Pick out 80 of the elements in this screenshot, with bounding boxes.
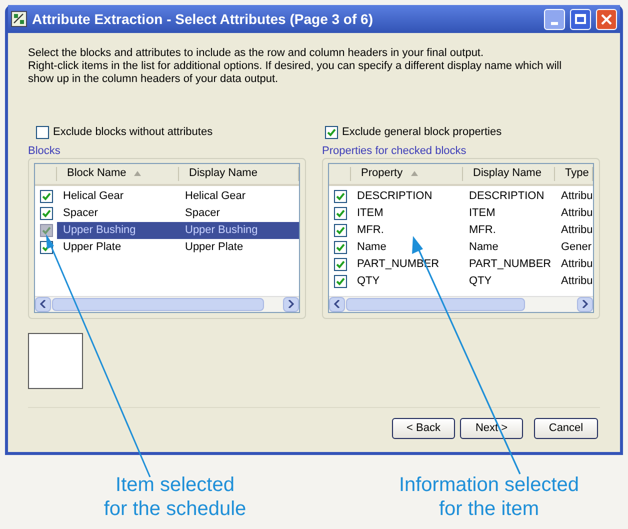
app-icon bbox=[11, 11, 27, 27]
column-header[interactable]: Type bbox=[555, 166, 593, 180]
checkbox-label: Exclude blocks without attributes bbox=[53, 125, 213, 140]
list-cell-text: ITEM bbox=[468, 206, 496, 221]
list-row[interactable]: DESCRIPTION DESCRIPTION Attribu bbox=[351, 188, 593, 204]
list-row[interactable]: Spacer Spacer bbox=[57, 204, 299, 222]
checkbox[interactable] bbox=[36, 126, 49, 139]
list-cell-text: Name bbox=[356, 240, 388, 255]
maximize-button[interactable] bbox=[570, 8, 591, 30]
checkbox[interactable] bbox=[334, 206, 346, 220]
checkbox[interactable] bbox=[334, 258, 346, 270]
list-cell-text: ITEM bbox=[356, 206, 384, 221]
list-cell-text: Helical Gear bbox=[184, 188, 247, 204]
list-cell-text: MFR. bbox=[468, 222, 497, 238]
list-cell-text: Upper Bushing bbox=[184, 222, 259, 238]
list-cell-text: Gener bbox=[560, 240, 593, 255]
list-cell-text: MFR. bbox=[356, 222, 385, 238]
column-header[interactable]: Property bbox=[351, 166, 463, 180]
list-cell-text: Attribu bbox=[560, 274, 593, 289]
list-row[interactable]: Upper Bushing Upper Bushing bbox=[57, 222, 299, 238]
scroll-left-icon[interactable] bbox=[329, 296, 345, 312]
callout-text: Item selected for the schedule bbox=[102, 473, 248, 521]
chevron-right-icon bbox=[582, 300, 588, 308]
list-row[interactable]: MFR. MFR. Attribu bbox=[351, 222, 593, 238]
column-header[interactable]: Block Name bbox=[57, 166, 179, 180]
list-cell-text: Spacer bbox=[184, 206, 221, 221]
list-cell-text: Helical Gear bbox=[62, 188, 125, 204]
scroll-thumb[interactable] bbox=[346, 298, 526, 310]
checkbox[interactable] bbox=[40, 224, 52, 236]
instructions-text: Select the blocks and attributes to include as the row and column headers in your final output. Right-click items in the list for additional options. If desired, you can specify a different display name which will show up in the column headers of your data output. bbox=[28, 47, 563, 86]
list-row[interactable]: ITEM ITEM Attribu bbox=[351, 204, 593, 222]
checkbox[interactable] bbox=[334, 274, 346, 288]
horizontal-scrollbar[interactable] bbox=[35, 296, 299, 312]
list-row[interactable]: Upper Plate Upper Plate bbox=[57, 238, 299, 256]
chevron-right-icon bbox=[288, 300, 294, 308]
checkbox[interactable] bbox=[40, 206, 52, 220]
list-cell-text: Attribu bbox=[560, 206, 593, 221]
scroll-left-icon[interactable] bbox=[35, 296, 51, 312]
close-button[interactable] bbox=[596, 8, 617, 30]
list-cell-text: PART_NUMBER bbox=[468, 256, 552, 272]
scroll-thumb[interactable] bbox=[52, 298, 264, 310]
group-title: Blocks bbox=[28, 144, 60, 158]
preview-box bbox=[28, 332, 83, 388]
list-cell-text: Upper Plate bbox=[62, 240, 122, 255]
list-cell-text: Spacer bbox=[62, 206, 99, 221]
list-cell-text: Name bbox=[468, 240, 500, 255]
column-header[interactable]: Display Name bbox=[463, 166, 555, 180]
checkbox[interactable] bbox=[334, 240, 346, 254]
minimize-button[interactable] bbox=[544, 8, 565, 30]
column-header[interactable]: Display Name bbox=[179, 166, 299, 180]
window-title: Attribute Extraction - Select Attributes (Page 3 of 6) bbox=[32, 10, 374, 29]
list-cell-text: DESCRIPTION bbox=[468, 188, 546, 204]
list-row[interactable]: Name Name Gener bbox=[351, 238, 593, 256]
dialog-button[interactable]: < Back bbox=[392, 418, 455, 438]
checkbox-label: Exclude general block properties bbox=[342, 125, 502, 140]
list-cell-text: Upper Bushing bbox=[62, 222, 137, 238]
callout-text: Information selected for the item bbox=[398, 473, 580, 521]
dialog-button[interactable]: Next > bbox=[460, 418, 523, 438]
list-row[interactable]: QTY QTY Attribu bbox=[351, 272, 593, 290]
group-title: Properties for checked blocks bbox=[322, 144, 466, 158]
chevron-left-icon bbox=[334, 300, 340, 308]
list-cell-text: Attribu bbox=[560, 222, 593, 238]
chevron-left-icon bbox=[40, 300, 46, 308]
list-cell-text: Upper Plate bbox=[184, 240, 244, 255]
dialog-button[interactable]: Cancel bbox=[534, 418, 598, 438]
close-icon bbox=[601, 14, 612, 24]
horizontal-scrollbar[interactable] bbox=[329, 296, 593, 312]
list-cell-text: DESCRIPTION bbox=[356, 188, 434, 204]
checkbox[interactable] bbox=[334, 190, 346, 202]
list-cell-text: QTY bbox=[356, 274, 381, 289]
list-row[interactable]: Helical Gear Helical Gear bbox=[57, 188, 299, 204]
list-cell-text: Attribu bbox=[560, 188, 593, 204]
list-cell-text: Attribu bbox=[560, 256, 593, 272]
scroll-right-icon[interactable] bbox=[577, 296, 593, 312]
checkbox[interactable] bbox=[325, 126, 338, 139]
list-cell-text: QTY bbox=[468, 274, 493, 289]
checkbox[interactable] bbox=[334, 224, 346, 236]
checkbox[interactable] bbox=[40, 190, 52, 202]
check-icon bbox=[327, 128, 336, 137]
scroll-right-icon[interactable] bbox=[283, 296, 299, 312]
